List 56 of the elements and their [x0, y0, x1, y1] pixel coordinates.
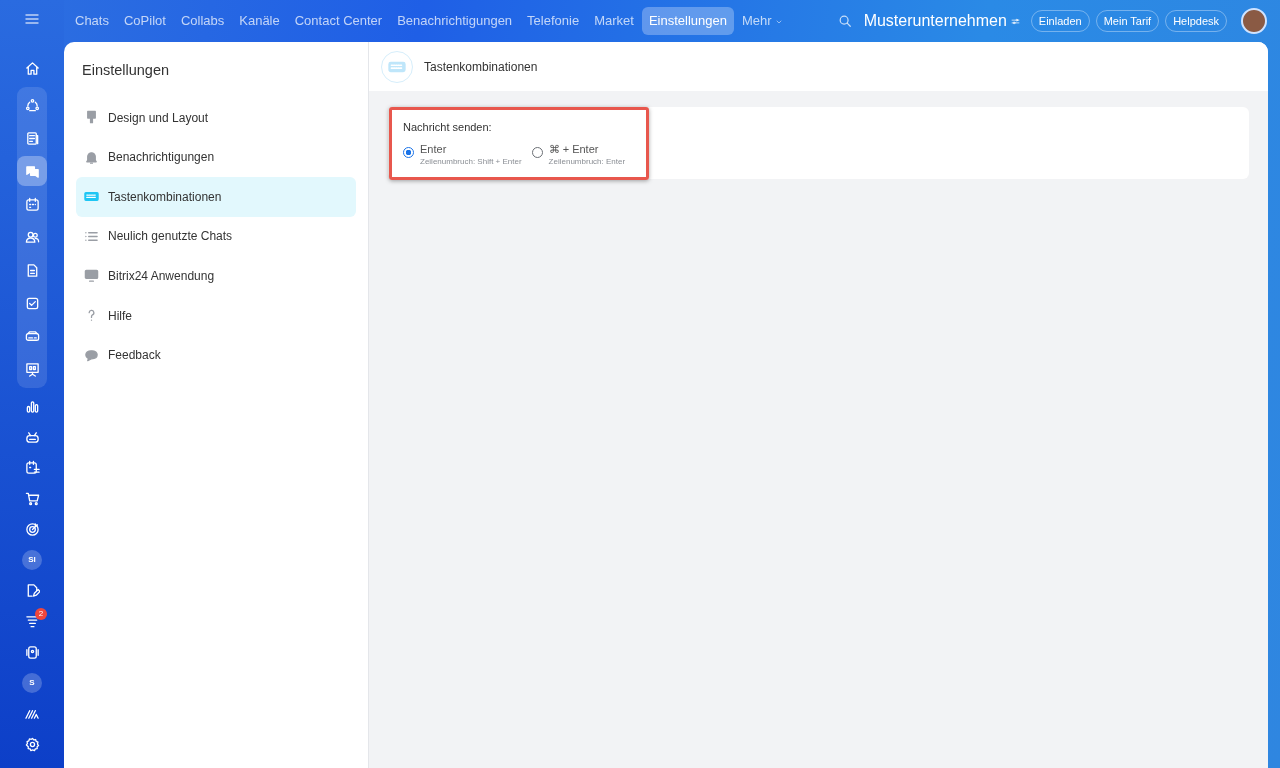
brush-icon [84, 110, 99, 126]
sidebar-app-button[interactable] [17, 156, 47, 187]
avatar-initials: S [22, 672, 42, 693]
dots-circle-icon [24, 97, 40, 113]
speech-bubble-icon [84, 347, 99, 363]
bell-icon [84, 149, 99, 165]
option-hint: Zeilenumbruch: Enter [548, 155, 626, 168]
option-label: ⌘ + Enter [548, 142, 600, 156]
more-menu[interactable]: Mehr [734, 7, 791, 35]
nav-tab[interactable]: Collabs [173, 7, 232, 35]
user-avatar[interactable] [1241, 8, 1267, 34]
cart-icon [24, 490, 40, 506]
funnel-icon [24, 613, 40, 629]
radio-button[interactable] [403, 146, 414, 158]
chat-icon [24, 163, 40, 179]
nav-tab[interactable]: Market [587, 7, 641, 35]
sidebar-item[interactable]: Bitrix24 Anwendung [76, 256, 356, 296]
notification-count: 2 [35, 608, 47, 621]
company-name: Musterunternehmen [863, 11, 1007, 31]
search-icon [837, 14, 852, 28]
nav-tab[interactable]: Contact Center [287, 7, 390, 35]
sidebar-title: Einstellungen [82, 61, 171, 80]
sidebar-item[interactable]: Design und Layout [76, 97, 356, 138]
bar-chart-icon [24, 398, 40, 414]
option-hint: Zeilenumbruch: Shift + Enter [420, 155, 522, 168]
settings-icon [24, 736, 40, 752]
people-icon [24, 229, 40, 245]
nav-tab[interactable]: Chats [68, 7, 116, 35]
group-label: Nachricht senden: [403, 120, 493, 135]
calendar-icon [24, 196, 40, 212]
sidebar-item[interactable]: Tastenkombinationen [76, 176, 356, 217]
nav-tab[interactable]: Kanäle [232, 7, 287, 35]
presentation-icon [24, 361, 40, 377]
sidebar-item[interactable]: Benachrichtigungen [76, 137, 356, 177]
sidebar-app-button[interactable]: S [17, 668, 47, 697]
nav-tab[interactable]: CoPilot [116, 7, 173, 35]
sidebar-item[interactable]: Hilfe [76, 295, 356, 336]
checkbox-icon [24, 295, 40, 311]
page-title: Tastenkombinationen [424, 58, 538, 76]
home-icon [24, 61, 40, 77]
nav-tab[interactable]: Benachrichtigungen [390, 7, 520, 35]
sidebar-app-button[interactable]: 2 [17, 607, 47, 636]
monitor-icon [84, 268, 99, 284]
calendar-list-icon [24, 460, 40, 476]
sidebar-item[interactable]: Feedback [76, 335, 356, 375]
avatar-initials: SI [22, 549, 42, 570]
option-label: Enter [420, 142, 448, 156]
nav-tab[interactable]: Einstellungen [641, 7, 734, 35]
newspaper-icon [24, 130, 40, 146]
drive-icon [24, 328, 40, 344]
phone-icon [24, 644, 40, 660]
target-icon [24, 521, 40, 537]
nav-tab[interactable]: Telefonie [520, 7, 587, 35]
robot-icon [24, 429, 40, 445]
sidebar-item[interactable]: Neulich genutzte Chats [76, 216, 356, 257]
sidebar-app-button[interactable]: SI [17, 546, 47, 574]
